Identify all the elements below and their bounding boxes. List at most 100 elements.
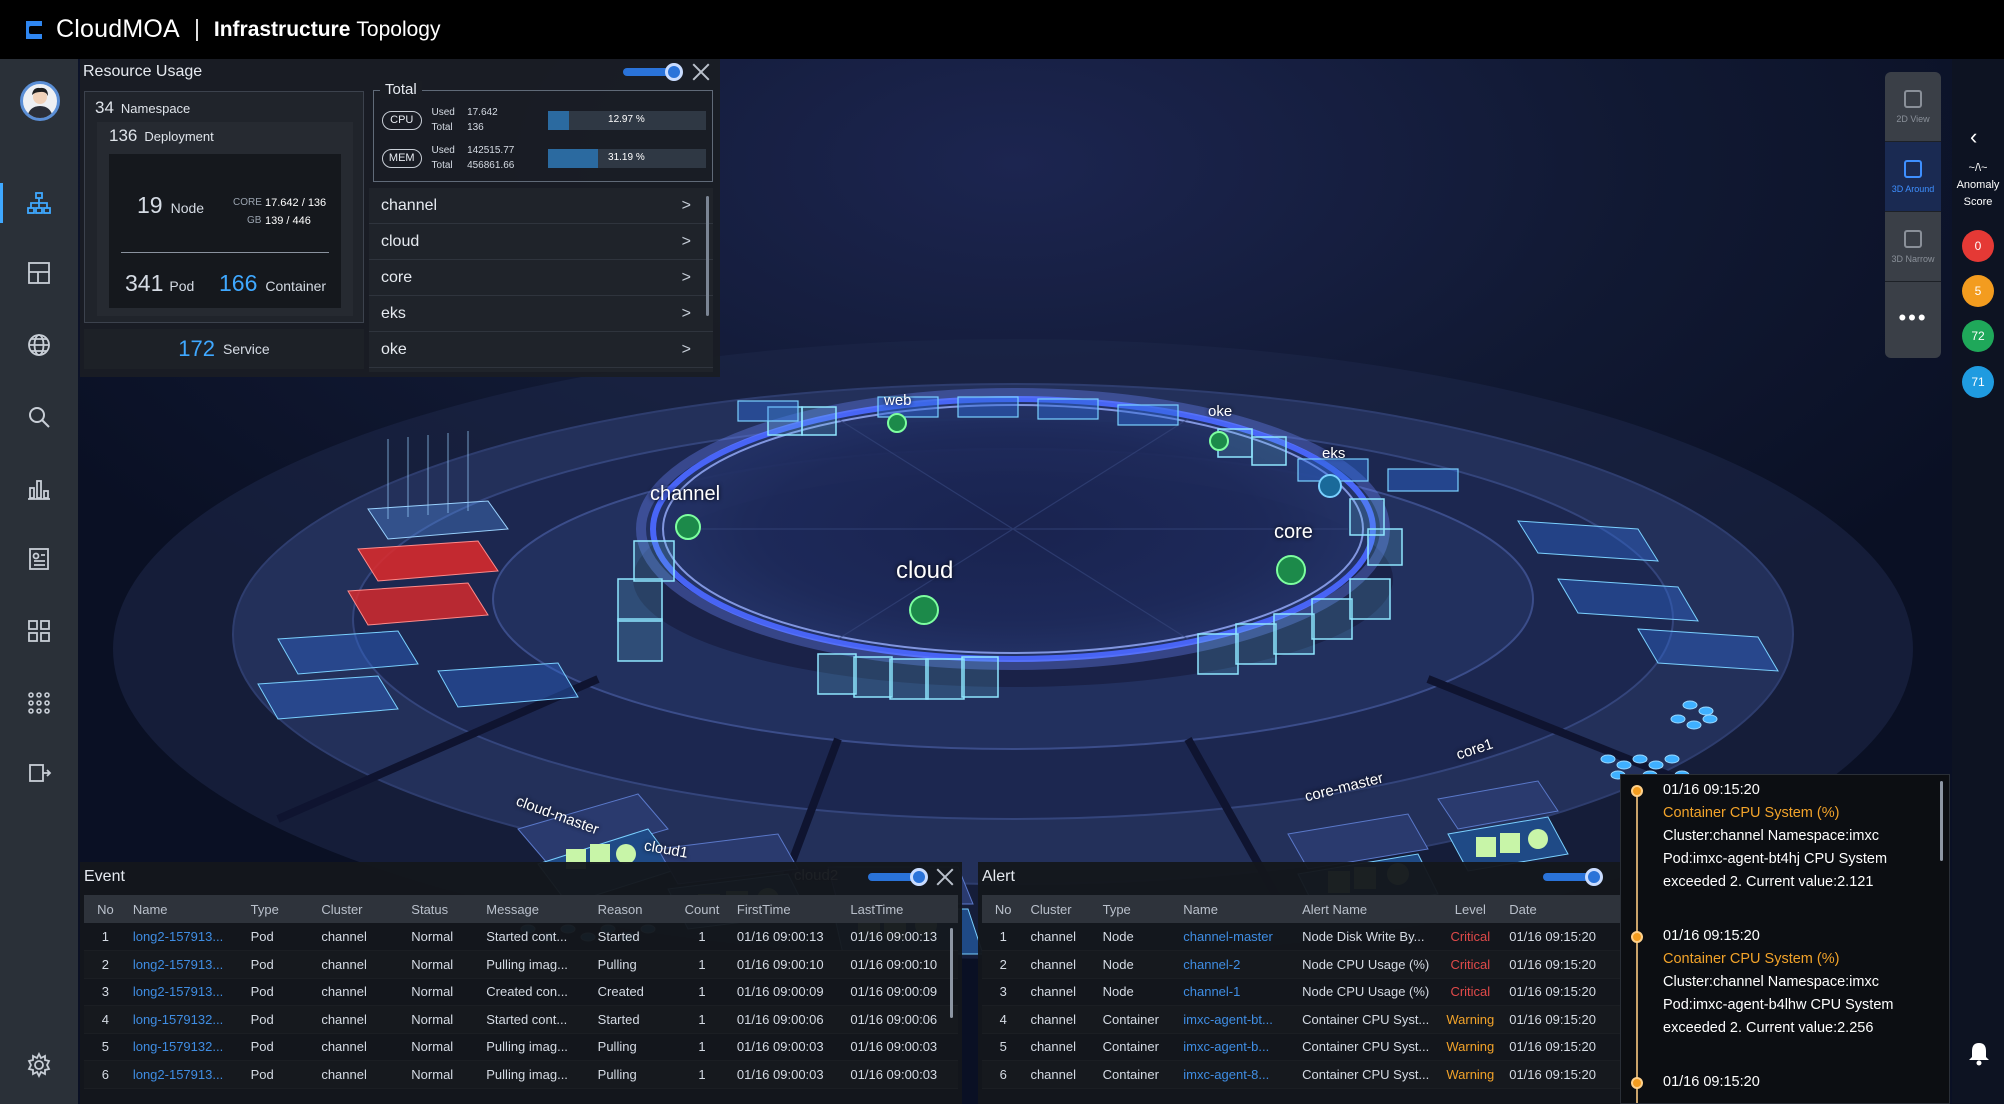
alert-cell-name[interactable]: channel-2 [1177,950,1297,979]
event-table-row[interactable]: 4 long-1579132... Pod channel Normal Started … [84,1005,958,1034]
event-cell-message: Started cont... [480,923,592,951]
alert-column-header[interactable]: Type [1096,895,1178,923]
event-cell-name[interactable]: long2-157913... [126,950,245,979]
event-table-row[interactable]: 5 long-1579132... Pod channel Normal Pulling … [84,1033,958,1061]
alert-cell-name[interactable]: channel-master [1177,923,1297,951]
event-opacity-slider[interactable] [868,868,928,886]
event-cell-name[interactable]: long-1579132... [126,1033,245,1061]
event-column-header[interactable]: Cluster [315,895,406,923]
timeline-scrollbar[interactable] [1940,781,1943,861]
sidebar-item-statistics[interactable] [0,461,78,517]
sidebar-item-exit[interactable] [0,745,78,801]
alert-column-header[interactable]: No [982,895,1025,923]
chevron-left-icon[interactable]: ‹ [1970,124,1977,150]
cpu-labels: Used Total [432,105,468,135]
anomaly-score-critical[interactable]: 0 [1962,230,1994,262]
resource-usage-opacity-slider[interactable] [623,63,683,81]
namespace-item-cloud[interactable]: cloud > [369,224,713,260]
event-table-row[interactable]: 1 long2-157913... Pod channel Normal Started … [84,923,958,951]
event-cell-name[interactable]: long-1579132... [126,1005,245,1034]
timeline-item[interactable]: 01/16 09:15:20 Container CPU System (%) … [1663,925,1933,1040]
event-cell-name[interactable]: long2-157913... [126,978,245,1006]
timeline-alert-name: Container CPU System (%) [1663,805,1840,821]
anomaly-score-warning[interactable]: 5 [1962,275,1994,307]
alert-cell-no: 5 [982,1033,1025,1061]
sidebar-item-global[interactable] [0,317,78,373]
alert-opacity-slider[interactable] [1543,868,1603,886]
event-cell-name[interactable]: long2-157913... [126,923,245,951]
alert-table-row[interactable]: 1 channel Node channel-master Node Disk Writ… [982,923,1620,951]
anomaly-score-info[interactable]: 71 [1962,366,1994,398]
view-2d-button[interactable]: 2D View [1885,72,1941,142]
event-cell-cluster: channel [315,1005,406,1034]
event-table-scrollbar[interactable] [950,928,953,1018]
event-column-header[interactable]: Type [244,895,316,923]
alert-table-row[interactable]: 6 channel Container imxc-agent-8... Containe… [982,1060,1620,1089]
anomaly-score-normal[interactable]: 72 [1962,320,1994,352]
cluster-label-core[interactable]: core [1274,521,1313,544]
bell-icon[interactable] [1966,1040,1992,1066]
cluster-label-cloud[interactable]: cloud [896,557,953,585]
namespace-label: Namespace [120,101,191,116]
alert-table-row[interactable]: 4 channel Container imxc-agent-bt... Contain… [982,1005,1620,1034]
namespace-item-eks[interactable]: eks > [369,296,713,332]
sidebar-item-search[interactable] [0,389,78,445]
alert-cell-name[interactable]: imxc-agent-b... [1177,1033,1297,1061]
alert-cell-cluster: channel [1024,978,1097,1006]
event-column-header[interactable]: FirstTime [730,895,845,923]
cluster-label-web[interactable]: web [884,392,912,409]
sidebar-item-report[interactable] [0,531,78,587]
sidebar-item-topology[interactable] [0,175,78,231]
event-column-header[interactable]: Name [126,895,245,923]
settings-button[interactable] [0,1037,78,1093]
event-column-header[interactable]: Status [405,895,481,923]
alert-cell-cluster: channel [1024,1033,1097,1061]
alert-table-row[interactable]: 2 channel Node channel-2 Node CPU Usage (%) C… [982,950,1620,979]
event-column-header[interactable]: LastTime [844,895,958,923]
cluster-label-eks[interactable]: eks [1322,445,1345,462]
event-close-icon[interactable] [936,868,954,886]
namespace-item-channel[interactable]: channel > [369,188,713,224]
cluster-label-channel[interactable]: channel [650,483,720,506]
cluster-label-oke[interactable]: oke [1208,403,1232,420]
alert-table-row[interactable]: 3 channel Node channel-1 Node CPU Usage (%) C… [982,978,1620,1006]
event-cell-type: Pod [244,978,316,1006]
alert-cell-level: Critical [1437,978,1504,1006]
event-column-header[interactable]: Message [480,895,592,923]
sidebar-item-apps[interactable] [0,603,78,659]
user-avatar[interactable] [20,81,60,121]
namespace-item-oke[interactable]: oke > [369,332,713,368]
alert-column-header[interactable]: Level [1437,895,1504,923]
alert-cell-name[interactable]: channel-1 [1177,978,1297,1006]
namespace-list-scrollbar[interactable] [706,196,709,316]
event-column-header[interactable]: Count [673,895,731,923]
mem-usage-bar: 31.19 % [548,148,706,168]
event-column-header[interactable]: Reason [591,895,674,923]
alert-column-header[interactable]: Alert Name [1296,895,1438,923]
view-3d-narrow-button[interactable]: 3D Narrow [1885,212,1941,282]
event-cell-name[interactable]: long2-157913... [126,1060,245,1089]
alert-cell-name[interactable]: imxc-agent-bt... [1177,1005,1297,1034]
alert-cell-name[interactable]: imxc-agent-8... [1177,1060,1297,1089]
dots-grid-icon [28,692,50,714]
more-options-button[interactable]: ••• [1885,282,1941,354]
event-table-row[interactable]: 3 long2-157913... Pod channel Normal Created … [84,978,958,1006]
sidebar-item-dashboard[interactable] [0,245,78,301]
event-cell-cluster: channel [315,1033,406,1061]
timeline-item[interactable]: 01/16 09:15:20 [1663,1071,1933,1094]
alert-cell-alert-name: Container CPU Syst... [1296,1033,1438,1061]
sidebar-item-more[interactable] [0,675,78,731]
logo[interactable]: CloudMOA [22,15,180,44]
resource-usage-close-icon[interactable] [692,63,710,81]
pod-label: Pod [169,278,195,294]
timeline-item[interactable]: 01/16 09:15:20 Container CPU System (%) … [1663,779,1933,894]
alert-column-header[interactable]: Cluster [1024,895,1097,923]
alert-column-header[interactable]: Date [1503,895,1620,923]
event-table-row[interactable]: 2 long2-157913... Pod channel Normal Pulling … [84,950,958,979]
alert-column-header[interactable]: Name [1177,895,1297,923]
namespace-item-core[interactable]: core > [369,260,713,296]
event-column-header[interactable]: No [84,895,127,923]
event-table-row[interactable]: 6 long2-157913... Pod channel Normal Pulling … [84,1060,958,1089]
alert-table-row[interactable]: 5 channel Container imxc-agent-b... Containe… [982,1033,1620,1061]
view-3d-around-button[interactable]: 3D Around [1885,142,1941,212]
